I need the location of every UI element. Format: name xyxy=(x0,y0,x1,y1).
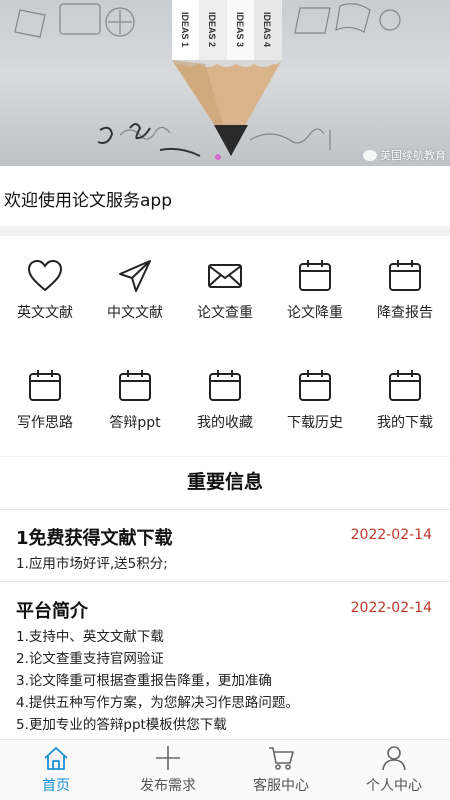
news-line: 5.更加专业的答辩ppt模板供您下载 xyxy=(16,717,227,733)
news-line: 1.支持中、英文文献下载 xyxy=(16,629,164,645)
heart-icon xyxy=(27,259,63,292)
pencil-label-4: IDEAS 4 xyxy=(262,12,272,47)
envelope-icon xyxy=(208,264,242,288)
calendar-icon xyxy=(209,370,241,401)
welcome-bar: 欢迎使用论文服务app xyxy=(0,166,450,226)
grid-item-label: 答辩ppt xyxy=(109,415,161,431)
grid-item-writing-ideas[interactable]: 写作思路 xyxy=(0,346,90,446)
calendar-icon xyxy=(29,370,61,401)
news-title: 平台简介 xyxy=(16,601,88,622)
tab-label: 个人中心 xyxy=(366,778,422,794)
grid-item-label: 写作思路 xyxy=(17,415,73,431)
calendar-icon xyxy=(299,260,331,291)
news-title: 1免费获得文献下载 xyxy=(16,528,173,549)
cart-icon xyxy=(269,747,294,770)
grid-item-label: 英文文献 xyxy=(17,305,73,321)
news-line: 3.论文降重可根据查重报告降重，更加准确 xyxy=(16,673,272,689)
news-line: 2.论文查重支持官网验证 xyxy=(16,651,164,667)
grid-item-label: 下载历史 xyxy=(287,415,343,431)
news-line: 4.提供五种写作方案，为您解决习作思路问题。 xyxy=(16,695,299,711)
grid-item-label: 降查报告 xyxy=(377,305,433,321)
feature-grid: 英文文献 中文文献 论文查重 论文降重 降查报告 写作思路 答辩ppt 我的收藏… xyxy=(0,236,450,456)
tab-label: 发布需求 xyxy=(140,778,196,794)
section-title: 重要信息 xyxy=(186,471,263,493)
grid-item-plagiarism-check[interactable]: 论文查重 xyxy=(180,236,270,336)
home-icon xyxy=(44,747,68,770)
tab-post-request[interactable]: 发布需求 xyxy=(112,740,224,800)
news-item[interactable]: 平台简介 2022-02-14 1.支持中、英文文献下载 2.论文查重支持官网验… xyxy=(0,597,450,737)
grid-item-check-report[interactable]: 降查报告 xyxy=(360,236,450,336)
pencil-label-3: IDEAS 3 xyxy=(235,12,245,47)
divider xyxy=(0,509,450,510)
watermark-text: 美国续航教育 xyxy=(380,149,446,162)
paper-plane-icon xyxy=(119,260,151,292)
tab-customer-service[interactable]: 客服中心 xyxy=(225,740,337,800)
banner-image[interactable]: IDEAS 1 IDEAS 2 IDEAS 3 IDEAS 4 美国续航教育 xyxy=(0,0,450,166)
weibo-icon xyxy=(363,149,377,161)
news-line: 1.应用市场好评,送5积分; xyxy=(16,556,168,572)
pencil-label-2: IDEAS 2 xyxy=(207,12,217,47)
grid-item-my-downloads[interactable]: 我的下载 xyxy=(360,346,450,446)
grid-item-my-favorites[interactable]: 我的收藏 xyxy=(180,346,270,446)
grid-item-label: 论文降重 xyxy=(287,305,343,321)
calendar-icon xyxy=(119,370,151,401)
grid-item-defense-ppt[interactable]: 答辩ppt xyxy=(90,346,180,446)
news-date: 2022-02-14 xyxy=(350,527,432,543)
tab-label: 客服中心 xyxy=(253,778,309,794)
grid-item-chinese-literature[interactable]: 中文文献 xyxy=(90,236,180,336)
calendar-icon xyxy=(389,370,421,401)
grid-item-label: 中文文献 xyxy=(107,305,163,321)
grid-item-label: 我的收藏 xyxy=(197,415,253,431)
grid-item-label: 论文查重 xyxy=(197,305,253,321)
bottom-tab-bar: 首页 发布需求 客服中心 个人中心 xyxy=(0,739,450,800)
divider xyxy=(0,581,450,582)
person-icon xyxy=(382,746,406,771)
tab-label: 首页 xyxy=(42,778,70,794)
welcome-text: 欢迎使用论文服务app xyxy=(4,191,172,211)
weibo-watermark: 美国续航教育 xyxy=(363,147,446,163)
pencil-label-1: IDEAS 1 xyxy=(180,12,190,47)
important-info-section: 重要信息 1免费获得文献下载 2022-02-14 1.应用市场好评,送5积分;… xyxy=(0,457,450,739)
tab-home[interactable]: 首页 xyxy=(0,740,112,800)
news-item[interactable]: 1免费获得文献下载 2022-02-14 1.应用市场好评,送5积分; xyxy=(0,524,450,580)
plus-icon xyxy=(156,746,180,770)
grid-item-download-history[interactable]: 下载历史 xyxy=(270,346,360,446)
calendar-icon xyxy=(299,370,331,401)
news-date: 2022-02-14 xyxy=(350,600,432,616)
grid-item-label: 我的下载 xyxy=(377,415,433,431)
tab-personal-center[interactable]: 个人中心 xyxy=(338,740,450,800)
grid-item-english-literature[interactable]: 英文文献 xyxy=(0,236,90,336)
calendar-icon xyxy=(389,260,421,291)
grid-item-reduce-duplication[interactable]: 论文降重 xyxy=(270,236,360,336)
pencil-illustration: IDEAS 1 IDEAS 2 IDEAS 3 IDEAS 4 xyxy=(14,0,401,160)
